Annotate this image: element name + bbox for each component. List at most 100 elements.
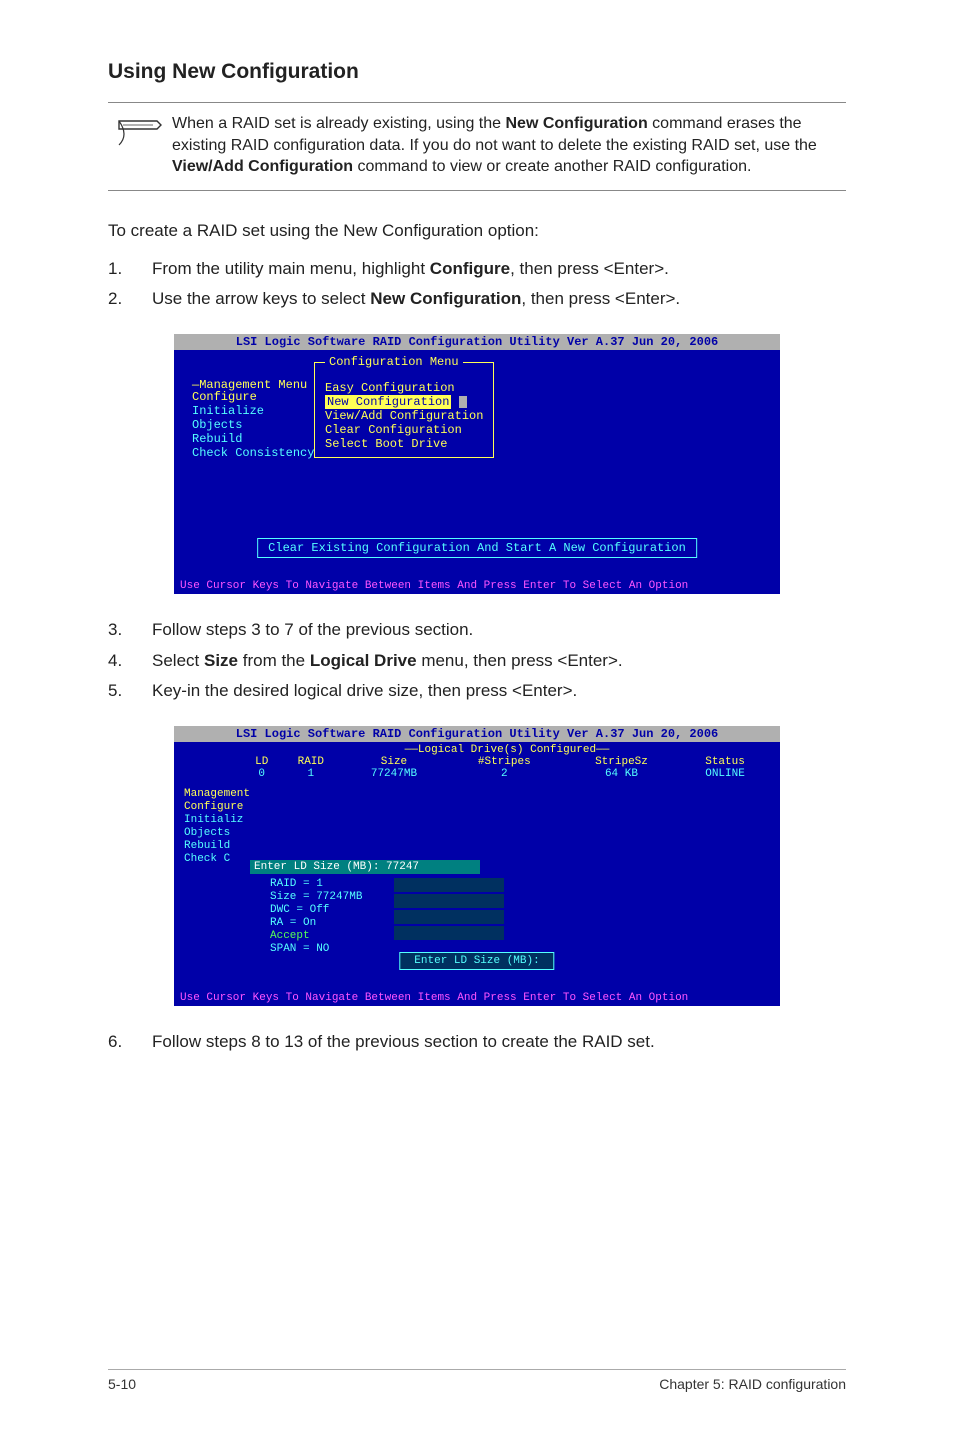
step-pre: Use the arrow keys to select — [152, 289, 370, 308]
chapter-label: Chapter 5: RAID configuration — [659, 1376, 846, 1392]
bios1-mgmt-item: Rebuild — [192, 432, 314, 446]
note-pencil-icon — [108, 113, 172, 147]
bios2-left-item: Objects — [184, 827, 250, 840]
bios2-param: Accept — [270, 930, 362, 943]
bios2-body: ——Logical Drive(s) Configured—— LD RAID … — [174, 742, 780, 992]
bios1-conf-item-selected: New Configuration — [325, 395, 451, 409]
note-text-3: command to view or create another RAID c… — [353, 158, 751, 175]
bios2-ld-header: ——Logical Drive(s) Configured—— LD RAID … — [244, 744, 770, 780]
bios1-conf-item: View/Add Configuration — [325, 409, 483, 423]
bios2-h: #Stripes — [446, 756, 563, 768]
step-text: Select Size from the Logical Drive menu,… — [152, 649, 623, 674]
bios2-bar-icon — [394, 926, 504, 940]
bios1-conf-item: Select Boot Drive — [325, 437, 447, 451]
step-text: Use the arrow keys to select New Configu… — [152, 287, 680, 312]
step-text: Key-in the desired logical drive size, t… — [152, 679, 577, 704]
bios2-param: SPAN = NO — [270, 943, 362, 956]
bios2-param: RAID = 1 — [270, 878, 362, 891]
bios1-config-menu: Configuration Menu Easy Configuration Ne… — [314, 362, 494, 458]
bios2-left-item: Initializ — [184, 814, 250, 827]
bios2-h: LD — [244, 756, 279, 768]
page-number: 5-10 — [108, 1376, 136, 1392]
bios2-param: RA = On — [270, 917, 362, 930]
step-number: 3. — [108, 618, 152, 643]
step-item: 5. Key-in the desired logical drive size… — [108, 679, 846, 704]
bios1-mgmt-item: Objects — [192, 418, 314, 432]
note-bold-1: New Configuration — [506, 115, 648, 132]
bios2-param: DWC = Off — [270, 904, 362, 917]
bios2-h: StripeSz — [563, 756, 680, 768]
step-number: 2. — [108, 287, 152, 312]
step-bold: Configure — [430, 259, 510, 278]
bios1-conf-item: Easy Configuration — [325, 381, 455, 395]
bios1-config-title: Configuration Menu — [325, 355, 463, 369]
page-footer: 5-10 Chapter 5: RAID configuration — [108, 1369, 846, 1392]
note-text-1: When a RAID set is already existing, usi… — [172, 115, 506, 132]
step-item: 3. Follow steps 3 to 7 of the previous s… — [108, 618, 846, 643]
bios1-mgmt-item: Configure — [192, 390, 314, 404]
bios2-h: Size — [342, 756, 446, 768]
step-text: Follow steps 3 to 7 of the previous sect… — [152, 618, 473, 643]
bios1-title: LSI Logic Software RAID Configuration Ut… — [174, 334, 780, 350]
bios1-mgmt-item: Initialize — [192, 404, 314, 418]
bios2-left-item: Configure — [184, 801, 250, 814]
step-bold: New Configuration — [370, 289, 521, 308]
bios2-bar-icon — [394, 894, 504, 908]
bios2-subtitle: ——Logical Drive(s) Configured—— — [244, 744, 770, 756]
bios2-c: ONLINE — [680, 768, 770, 780]
bios2-param: Size = 77247MB — [270, 891, 362, 904]
step-bold: Logical Drive — [310, 651, 417, 670]
bios2-c: 77247MB — [342, 768, 446, 780]
bios1-status-message: Clear Existing Configuration And Start A… — [257, 538, 697, 558]
bios2-h: Status — [680, 756, 770, 768]
step-post: menu, then press <Enter>. — [417, 651, 623, 670]
bios2-footer: Use Cursor Keys To Navigate Between Item… — [174, 992, 780, 1006]
bios2-c: 64 KB — [563, 768, 680, 780]
bios1-mgmt-list: Configure Initialize Objects Rebuild Che… — [192, 390, 314, 460]
bios-screenshot-1: LSI Logic Software RAID Configuration Ut… — [172, 332, 782, 596]
step-text: From the utility main menu, highlight Co… — [152, 257, 669, 282]
intro-paragraph: To create a RAID set using the New Confi… — [108, 219, 846, 243]
bios2-c: 1 — [279, 768, 342, 780]
note-text: When a RAID set is already existing, usi… — [172, 113, 846, 178]
step-number: 5. — [108, 679, 152, 704]
step-post: , then press <Enter>. — [521, 289, 680, 308]
bios2-bar-icon — [394, 910, 504, 924]
step-item: 2. Use the arrow keys to select New Conf… — [108, 287, 846, 312]
step-item: 4. Select Size from the Logical Drive me… — [108, 649, 846, 674]
step-item: 1. From the utility main menu, highlight… — [108, 257, 846, 282]
bios-screenshot-2: LSI Logic Software RAID Configuration Ut… — [172, 724, 782, 1008]
bios2-c: 0 — [244, 768, 279, 780]
bios2-bar-icon — [394, 878, 504, 892]
bios2-left-item: Check C — [184, 853, 250, 866]
steps-list-c: 6. Follow steps 8 to 13 of the previous … — [108, 1030, 846, 1055]
bios2-params: RAID = 1 Size = 77247MB DWC = Off RA = O… — [270, 878, 362, 956]
bios1-cursor-icon — [459, 396, 467, 408]
step-post: , then press <Enter>. — [510, 259, 669, 278]
note-block: When a RAID set is already existing, usi… — [108, 102, 846, 191]
step-mid: from the — [238, 651, 310, 670]
step-number: 1. — [108, 257, 152, 282]
bios1-footer: Use Cursor Keys To Navigate Between Item… — [174, 580, 780, 594]
step-number: 4. — [108, 649, 152, 674]
bios2-title: LSI Logic Software RAID Configuration Ut… — [174, 726, 780, 742]
steps-list-a: 1. From the utility main menu, highlight… — [108, 257, 846, 312]
section-heading: Using New Configuration — [108, 60, 846, 84]
step-pre: Select — [152, 651, 204, 670]
step-item: 6. Follow steps 8 to 13 of the previous … — [108, 1030, 846, 1055]
bios2-left-list: Management Configure Initializ Objects R… — [184, 788, 250, 866]
steps-list-b: 3. Follow steps 3 to 7 of the previous s… — [108, 618, 846, 704]
note-bold-2: View/Add Configuration — [172, 158, 353, 175]
bios1-body: —Management Menu Configure Initialize Ob… — [174, 350, 780, 580]
step-text: Follow steps 8 to 13 of the previous sec… — [152, 1030, 655, 1055]
bios2-c: 2 — [446, 768, 563, 780]
bios2-left-item: Rebuild — [184, 840, 250, 853]
bios1-mgmt-item: Check Consistency — [192, 446, 314, 460]
bios2-left-label: Management — [184, 788, 250, 801]
step-bold: Size — [204, 651, 238, 670]
step-number: 6. — [108, 1030, 152, 1055]
bios2-h: RAID — [279, 756, 342, 768]
bios2-size-input: Enter LD Size (MB): 77247 — [250, 860, 480, 874]
bios2-enter-box: Enter LD Size (MB): — [399, 952, 554, 970]
bios1-conf-item: Clear Configuration — [325, 423, 462, 437]
